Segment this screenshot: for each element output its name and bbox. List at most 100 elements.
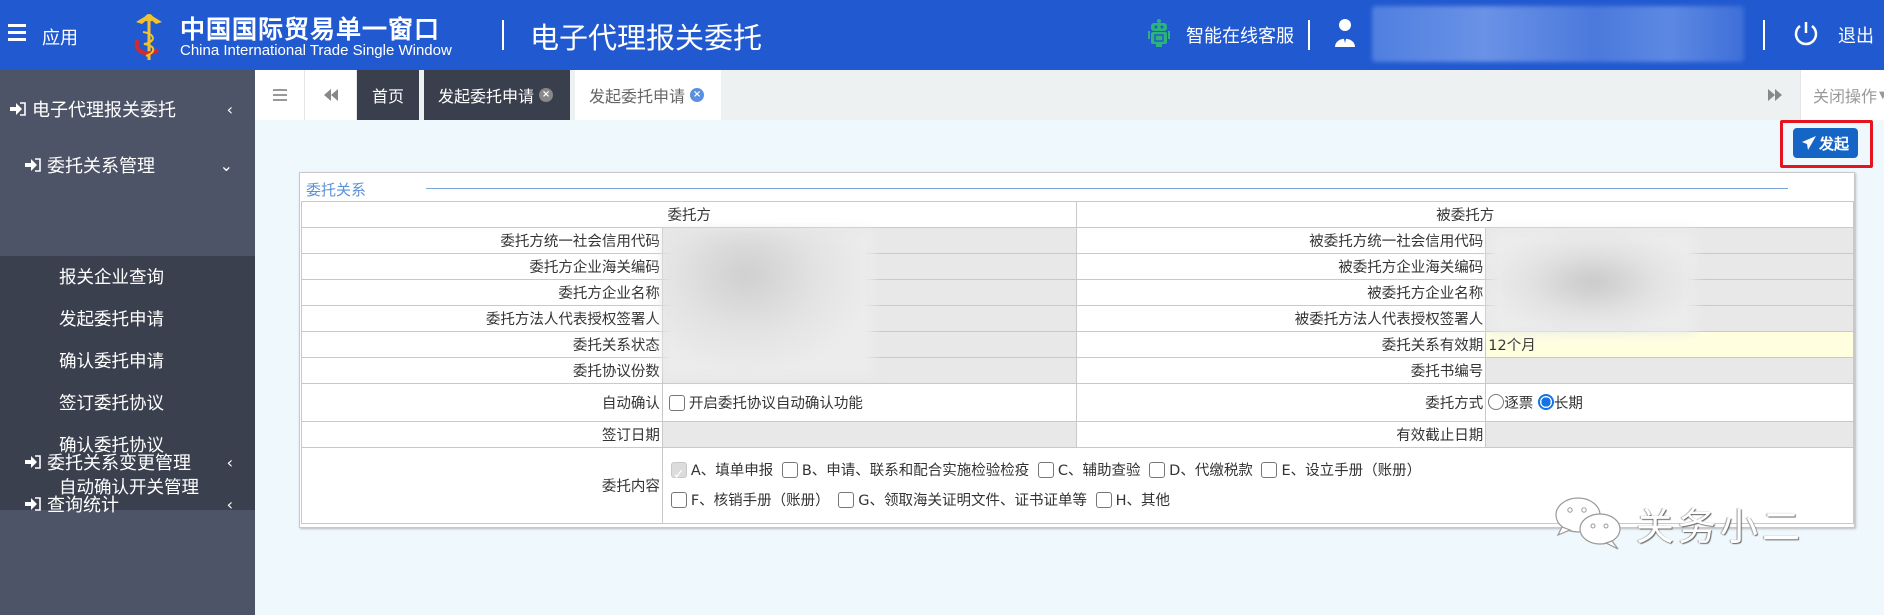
highlight-annotation-box — [1780, 120, 1873, 168]
content-checkbox-g[interactable] — [838, 491, 855, 508]
content-option-label: H、其他 — [1115, 492, 1171, 509]
chevron-down-icon: ⌄ — [219, 155, 233, 175]
field-label: 被委托方法人代表授权签署人 — [1076, 305, 1487, 332]
mode-option-label: 长期 — [1553, 396, 1583, 412]
panel-legend: 委托关系 — [306, 181, 367, 199]
sidebar-group-label: 查询统计 — [47, 495, 119, 516]
field-label: 委托方企业名称 — [301, 279, 663, 306]
field-label: 委托协议份数 — [301, 357, 663, 384]
content-option-label: F、核销手册（账册） — [690, 492, 830, 509]
mode-radio-long-term[interactable] — [1537, 394, 1554, 410]
double-chevron-left-icon — [323, 89, 338, 101]
toggle-menu-button[interactable] — [255, 70, 305, 120]
mode-radio-per-ticket[interactable] — [1488, 394, 1505, 410]
header-divider — [1308, 20, 1310, 50]
menu-icon[interactable] — [8, 24, 26, 42]
close-tab-icon[interactable]: × — [539, 88, 554, 102]
auto-confirm-cell: 开启委托协议自动确认功能 — [661, 383, 1078, 422]
entrustment-number-value — [1485, 357, 1854, 384]
scroll-tabs-left-button[interactable] — [305, 70, 357, 120]
expiry-date-value — [1485, 421, 1854, 448]
field-label: 委托内容 — [301, 447, 663, 524]
field-label: 委托方统一社会信用代码 — [301, 227, 663, 254]
auto-confirm-label: 开启委托协议自动确认功能 — [688, 396, 863, 412]
sidebar-item-sign-agreement[interactable]: 签订委托协议 — [59, 390, 164, 415]
sign-in-icon — [25, 497, 41, 511]
table-row: 委托协议份数 委托书编号 — [301, 357, 1854, 384]
chevron-left-icon: ‹ — [226, 494, 233, 514]
online-service-link[interactable]: 智能在线客服 — [1186, 22, 1294, 48]
sign-in-icon — [25, 455, 41, 469]
content-checkbox-f[interactable] — [670, 491, 687, 508]
legend-divider — [426, 188, 1788, 189]
field-label: 委托方式 — [1076, 383, 1487, 422]
content-checkbox-c[interactable] — [1037, 461, 1054, 478]
sidebar-group-statistics[interactable]: 查询统计 ‹ — [0, 483, 255, 525]
content-checkbox-b[interactable] — [781, 461, 798, 478]
double-chevron-right-icon — [1768, 89, 1782, 101]
tab-initiate-application[interactable]: 发起委托申请 × — [424, 70, 570, 120]
content-option-label: C、辅助查验 — [1057, 462, 1141, 479]
user-icon[interactable] — [1334, 18, 1356, 48]
table-row: 自动确认 开启委托协议自动确认功能 委托方式 逐票 长期 — [301, 383, 1854, 422]
customs-logo-icon — [134, 14, 162, 60]
sidebar-group-label: 委托关系管理 — [47, 156, 155, 177]
field-label: 有效截止日期 — [1076, 421, 1487, 448]
chevron-left-icon: ‹ — [226, 452, 233, 472]
content-checkbox-e[interactable] — [1261, 461, 1278, 478]
content-checkbox-h[interactable] — [1095, 491, 1112, 508]
content-checkbox-d[interactable] — [1149, 461, 1166, 478]
tab-label: 发起委托申请 — [589, 87, 686, 106]
tab-initiate-application-active[interactable]: 发起委托申请 × — [575, 70, 721, 120]
chevron-left-icon: ‹ — [226, 99, 233, 119]
field-label: 委托关系状态 — [301, 331, 663, 358]
watermark-text: 关务小二 — [1636, 504, 1805, 549]
table-row: 签订日期 有效截止日期 — [301, 421, 1854, 448]
field-label: 被委托方企业名称 — [1076, 279, 1487, 306]
tab-bar: 首页 发起委托申请 × 发起委托申请 × — [255, 70, 1884, 120]
mode-option-label: 逐票 — [1504, 396, 1534, 412]
tab-home[interactable]: 首页 — [357, 70, 419, 120]
content-option-label: A、填单申报 — [690, 462, 774, 479]
sidebar-item-enterprise-query[interactable]: 报关企业查询 — [59, 264, 164, 289]
app-menu-label[interactable]: 应用 — [42, 24, 78, 50]
field-label: 被委托方企业海关编码 — [1076, 253, 1487, 280]
field-label: 委托方法人代表授权签署人 — [301, 305, 663, 332]
watermark: 关务小二 — [1550, 493, 1804, 553]
field-label: 委托方企业海关编码 — [301, 253, 663, 280]
content-option-label: E、设立手册（账册） — [1281, 462, 1422, 479]
sidebar: 电子代理报关委托 ‹ 委托关系管理 ⌄ 报关企业查询 发起委托申请 确认委托申请… — [0, 70, 255, 615]
user-info-redacted — [1372, 6, 1744, 62]
relation-panel: 委托关系 委托方 被委托方 委托方统一社会信用代码 被委托方统一社会信用代码 委… — [299, 172, 1855, 528]
header-divider — [502, 20, 504, 50]
logout-link[interactable]: 退出 — [1838, 22, 1874, 48]
sidebar-item-confirm-application[interactable]: 确认委托申请 — [59, 348, 164, 373]
sign-in-icon — [10, 102, 26, 116]
content-option-label: D、代缴税款 — [1169, 462, 1253, 479]
header-divider — [1763, 20, 1765, 50]
table-row: 委托关系状态 委托关系有效期 12个月 — [301, 331, 1854, 358]
validity-period-select[interactable]: 12个月 — [1485, 331, 1854, 358]
field-label: 委托关系有效期 — [1076, 331, 1487, 358]
wechat-icon — [1555, 497, 1621, 550]
scroll-tabs-right-button[interactable] — [1750, 70, 1800, 120]
close-tab-icon[interactable]: × — [690, 88, 705, 102]
sidebar-root-item[interactable]: 电子代理报关委托 ‹ — [0, 88, 255, 130]
brand-name-cn: 中国国际贸易单一窗口 — [180, 15, 441, 44]
power-icon[interactable] — [1792, 20, 1820, 48]
close-operations-dropdown[interactable]: 关闭操作▼ — [1800, 70, 1884, 120]
auto-confirm-checkbox[interactable] — [668, 395, 685, 411]
principal-info-redacted — [663, 231, 873, 376]
sign-in-icon — [25, 158, 41, 172]
content-checkbox-a[interactable] — [670, 460, 687, 490]
menu-icon — [272, 89, 287, 101]
sidebar-group-relation-management[interactable]: 委托关系管理 ⌄ — [0, 144, 255, 186]
sidebar-item-initiate-application[interactable]: 发起委托申请 — [59, 306, 164, 331]
caret-down-icon: ▼ — [1879, 90, 1884, 101]
sidebar-group-label: 委托关系变更管理 — [47, 453, 191, 474]
sidebar-group-relation-change[interactable]: 委托关系变更管理 ‹ — [0, 441, 255, 483]
field-label: 委托书编号 — [1076, 357, 1487, 384]
content-option-label: G、领取海关证明文件、证书证单等 — [858, 492, 1088, 509]
robot-service-icon[interactable] — [1148, 18, 1170, 48]
sign-date-value — [661, 421, 1078, 448]
